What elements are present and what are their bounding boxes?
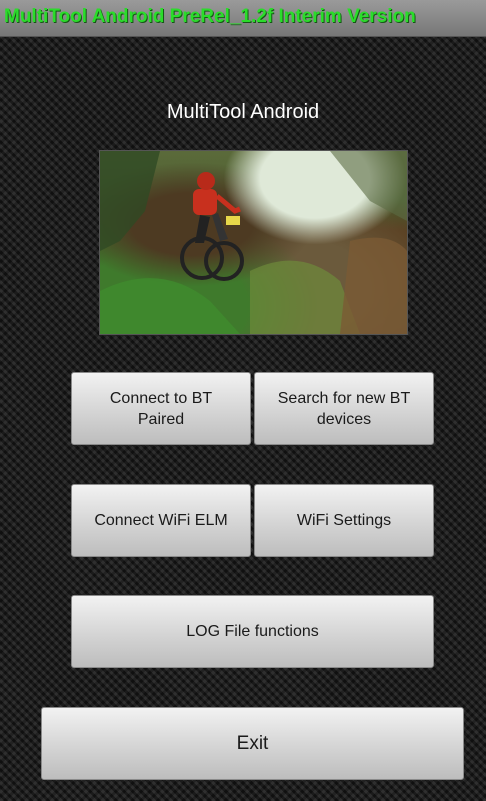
- search-new-bt-devices-label: Search for new BT devices: [277, 389, 411, 428]
- search-new-bt-devices-button[interactable]: Search for new BT devices: [254, 372, 434, 445]
- exit-label: Exit: [236, 733, 269, 754]
- title-bar-text: MultiTool Android PreRel_1.2f Interim Ve…: [4, 6, 416, 27]
- wifi-settings-label: WiFi Settings: [296, 512, 392, 529]
- app-title: MultiTool Android: [166, 101, 320, 123]
- exit-button[interactable]: Exit: [41, 707, 464, 780]
- title-bar: MultiTool Android PreRel_1.2f Interim Ve…: [0, 0, 486, 37]
- log-file-functions-button[interactable]: LOG File functions: [71, 595, 434, 668]
- log-file-functions-label: LOG File functions: [186, 623, 319, 640]
- wifi-settings-button[interactable]: WiFi Settings: [254, 484, 434, 557]
- connect-wifi-elm-label: Connect WiFi ELM: [94, 512, 228, 529]
- mountain-bike-photo: [99, 150, 408, 335]
- connect-bt-paired-label: Connect to BT Paired: [109, 389, 213, 428]
- connect-wifi-elm-button[interactable]: Connect WiFi ELM: [71, 484, 251, 557]
- connect-bt-paired-button[interactable]: Connect to BT Paired: [71, 372, 251, 445]
